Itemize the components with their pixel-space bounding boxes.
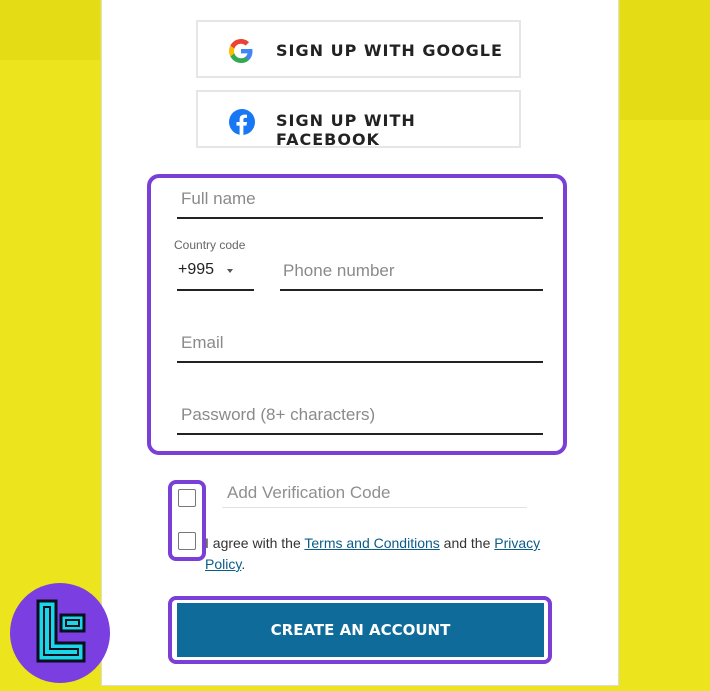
verification-checkbox[interactable] xyxy=(178,489,196,507)
google-icon xyxy=(229,39,253,63)
agree-checkbox[interactable] xyxy=(178,532,196,550)
brand-logo xyxy=(10,583,110,683)
password-field[interactable]: Password (8+ characters) xyxy=(177,402,543,435)
email-field[interactable]: Email xyxy=(177,330,543,363)
country-code-label: Country code xyxy=(174,238,246,252)
email-placeholder: Email xyxy=(181,333,224,352)
agreement-suffix: . xyxy=(241,556,246,572)
facebook-signup-button[interactable]: SIGN UP WITH FACEBOOK xyxy=(196,90,521,149)
country-code-select[interactable]: +995 xyxy=(177,258,254,291)
verification-code-placeholder: Add Verification Code xyxy=(227,483,391,502)
brand-logo-icon xyxy=(36,599,86,663)
country-code-value: +995 xyxy=(178,261,215,278)
agreement-prefix: I agree with the xyxy=(205,535,305,551)
verification-code-field[interactable]: Add Verification Code xyxy=(222,480,527,508)
create-account-button[interactable]: CREATE AN ACCOUNT xyxy=(177,603,544,657)
background-shade xyxy=(620,0,710,120)
phone-number-placeholder: Phone number xyxy=(283,261,395,280)
full-name-placeholder: Full name xyxy=(181,189,256,208)
google-signup-button[interactable]: SIGN UP WITH GOOGLE xyxy=(196,20,521,78)
full-name-field[interactable]: Full name xyxy=(177,186,543,219)
background-shade xyxy=(0,0,100,60)
terms-link[interactable]: Terms and Conditions xyxy=(304,535,439,551)
password-placeholder: Password (8+ characters) xyxy=(181,405,376,424)
facebook-icon xyxy=(229,109,255,135)
agreement-text: I agree with the Terms and Conditions an… xyxy=(205,533,550,575)
phone-number-field[interactable]: Phone number xyxy=(280,258,543,291)
agreement-middle: and the xyxy=(439,535,495,551)
facebook-signup-label: SIGN UP WITH FACEBOOK xyxy=(276,111,416,149)
chevron-down-icon xyxy=(227,269,233,273)
google-signup-label: SIGN UP WITH GOOGLE xyxy=(276,41,503,60)
